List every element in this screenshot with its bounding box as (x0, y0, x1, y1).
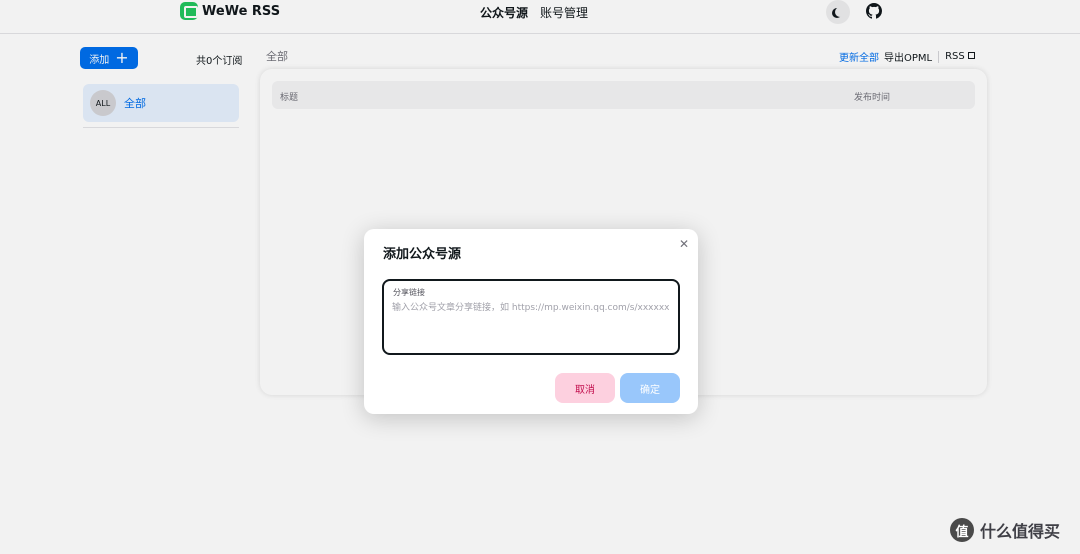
watermark: 值 什么值得买 (950, 518, 1060, 542)
share-link-input[interactable] (392, 301, 672, 349)
cancel-button[interactable]: 取消 (555, 373, 615, 403)
modal-title: 添加公众号源 (383, 247, 462, 262)
watermark-text: 什么值得买 (980, 522, 1061, 541)
close-icon[interactable]: ✕ (677, 237, 691, 251)
add-feed-modal: 添加公众号源 ✕ 分享链接 取消 确定 (364, 229, 698, 414)
confirm-button[interactable]: 确定 (620, 373, 680, 403)
share-link-field[interactable]: 分享链接 (382, 279, 680, 355)
watermark-logo-icon: 值 (950, 518, 974, 542)
share-link-label: 分享链接 (393, 288, 425, 297)
